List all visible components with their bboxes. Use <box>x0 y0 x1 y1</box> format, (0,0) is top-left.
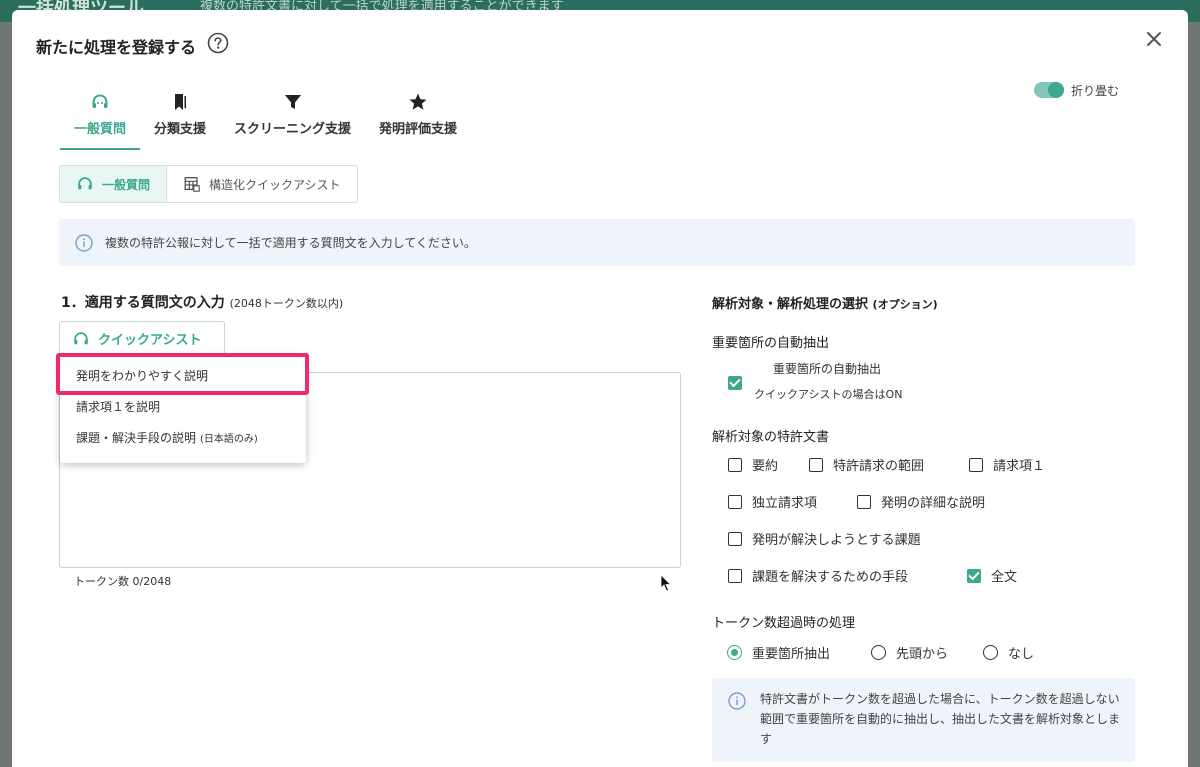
overflow-heading: トークン数超過時の処理 <box>712 616 856 631</box>
headset-icon <box>74 331 88 344</box>
radio-from-start[interactable]: 先頭から <box>871 643 948 662</box>
close-icon[interactable] <box>1143 28 1165 50</box>
question-input-title: 1．適用する質問文の入力 <box>61 295 225 311</box>
quick-assist-label: クイックアシスト <box>98 333 202 348</box>
subtab-label: 一般質問 <box>102 177 151 192</box>
checkbox-label: 独立請求項 <box>752 496 818 511</box>
tab-label: 発明評価支援 <box>379 122 458 137</box>
tab-general-question[interactable]: 一般質問 <box>60 88 141 150</box>
star-icon <box>409 93 427 110</box>
toggle-knob <box>1048 82 1064 98</box>
register-process-modal: 新たに処理を登録する 折り畳む 一般質問 分類支援 スクリーニング支援 発明評価… <box>12 10 1188 767</box>
table-icon <box>184 177 200 192</box>
help-icon[interactable] <box>207 32 229 54</box>
collapse-toggle-label: 折り畳む <box>1071 84 1120 98</box>
overflow-note: 特許文書がトークン数を超過した場合に、トークン数を超過しない範囲で重要箇所を自動… <box>712 678 1135 762</box>
dropdown-item-explain-claim1[interactable]: 請求項１を説明 <box>60 391 306 421</box>
token-count: トークン数 0/2048 <box>74 575 172 588</box>
checkbox-detailed-description[interactable]: 発明の詳細な説明 <box>857 492 985 511</box>
checkbox-box <box>967 568 981 583</box>
checkbox-label: 特許請求の範囲 <box>833 459 925 474</box>
tab-screening-support[interactable]: スクリーニング支援 <box>220 88 365 150</box>
tab-classification-support[interactable]: 分類支援 <box>140 88 220 150</box>
checkbox-claim1[interactable]: 請求項１ <box>969 455 1045 474</box>
quick-assist-button[interactable]: クイックアシスト <box>59 321 225 356</box>
checkbox-solution[interactable]: 課題を解決するための手段 <box>728 566 908 585</box>
checkbox-independent-claims[interactable]: 独立請求項 <box>728 492 817 511</box>
checkbox-label: 課題を解決するための手段 <box>752 570 909 585</box>
radio-label: 重要箇所抽出 <box>752 647 831 662</box>
radio-dot <box>727 645 742 660</box>
checkbox-box <box>809 457 823 472</box>
subtab-structured-quick-assist[interactable]: 構造化クイックアシスト <box>166 166 357 202</box>
checkbox-box <box>728 531 742 546</box>
headset-icon <box>92 94 108 108</box>
tab-label: 一般質問 <box>74 122 127 137</box>
radio-label: なし <box>1008 647 1035 662</box>
question-input-limit: (2048トークン数以内) <box>229 297 344 310</box>
radio-dot <box>871 645 886 660</box>
info-banner: 複数の特許公報に対して一括で適用する質問文を入力してください。 <box>59 219 1135 266</box>
checkbox-claims[interactable]: 特許請求の範囲 <box>809 455 924 474</box>
info-icon <box>728 692 746 710</box>
info-icon <box>75 233 93 252</box>
subtab-label: 構造化クイックアシスト <box>209 177 341 192</box>
auto-extract-heading: 重要箇所の自動抽出 <box>712 336 830 351</box>
auto-extract-checkbox-label: 重要箇所の自動抽出 <box>773 362 882 376</box>
dropdown-item-note: (日本語のみ) <box>200 433 258 445</box>
checkbox-label: 発明が解決しようとする課題 <box>752 533 921 548</box>
auto-extract-checkbox[interactable] <box>728 376 742 390</box>
radio-label: 先頭から <box>896 647 949 662</box>
documents-heading: 解析対象の特許文書 <box>712 430 830 445</box>
collapse-toggle[interactable] <box>1034 82 1064 98</box>
checkbox-label: 発明の詳細な説明 <box>881 496 986 511</box>
checkbox-label: 請求項１ <box>993 459 1046 474</box>
checkbox-problem[interactable]: 発明が解決しようとする課題 <box>728 529 921 548</box>
tab-label: 分類支援 <box>154 122 207 137</box>
radio-key-extraction[interactable]: 重要箇所抽出 <box>727 643 830 662</box>
tab-invention-evaluation[interactable]: 発明評価支援 <box>365 88 471 150</box>
checkbox-full-text[interactable]: 全文 <box>967 566 1017 585</box>
filter-icon <box>284 95 301 109</box>
modal-title: 新たに処理を登録する <box>36 38 197 57</box>
checkbox-box <box>857 494 871 509</box>
radio-none[interactable]: なし <box>983 643 1034 662</box>
headset-icon <box>78 177 92 190</box>
bookmark-icon <box>175 94 187 110</box>
checkbox-label: 全文 <box>991 570 1018 585</box>
radio-dot <box>983 645 998 660</box>
checkbox-abstract[interactable]: 要約 <box>728 455 778 474</box>
analysis-options-heading: 解析対象・解析処理の選択 (オプション) <box>712 293 938 312</box>
highlight-box <box>56 353 309 395</box>
dropdown-item-label: 課題・解決手段の説明 <box>76 430 197 445</box>
mouse-cursor-icon <box>660 574 672 592</box>
question-input-heading: 1．適用する質問文の入力 (2048トークン数以内) <box>61 292 343 312</box>
overflow-note-text: 特許文書がトークン数を超過した場合に、トークン数を超過しない範囲で重要箇所を自動… <box>760 692 1121 746</box>
checkbox-box <box>728 494 742 509</box>
info-message: 複数の特許公報に対して一括で適用する質問文を入力してください。 <box>105 236 476 250</box>
checkbox-box <box>728 457 742 472</box>
subtab-general-question[interactable]: 一般質問 <box>60 166 167 202</box>
checkbox-box <box>728 376 742 390</box>
analysis-options-subtitle: (オプション) <box>872 298 938 311</box>
subtab-switch: 一般質問 構造化クイックアシスト <box>59 165 358 203</box>
checkbox-label: 要約 <box>752 459 779 474</box>
analysis-options-title: 解析対象・解析処理の選択 <box>712 297 869 312</box>
auto-extract-note: クイックアシストの場合はON <box>754 388 903 401</box>
dropdown-item-label: 請求項１を説明 <box>76 399 161 414</box>
tab-label: スクリーニング支援 <box>234 122 352 137</box>
dropdown-item-problem-solution[interactable]: 課題・解決手段の説明 (日本語のみ) <box>60 422 306 452</box>
category-tabs: 一般質問 分類支援 スクリーニング支援 発明評価支援 <box>60 88 471 150</box>
checkbox-box <box>969 457 983 472</box>
checkbox-box <box>728 568 742 583</box>
